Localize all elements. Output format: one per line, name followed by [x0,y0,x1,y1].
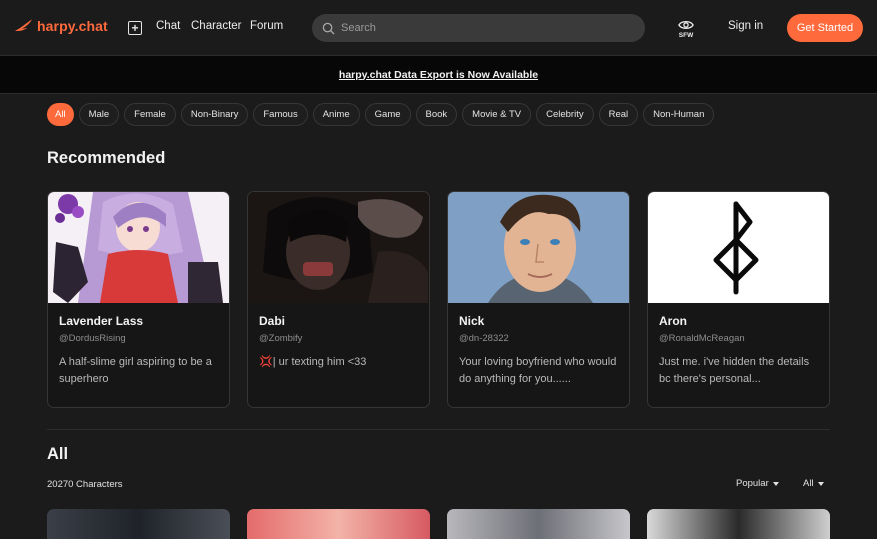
character-card[interactable]: Aron @RonaldMcReagan Just me. i've hidde… [647,191,830,408]
creator-handle: @dn-28322 [459,333,509,344]
character-card[interactable]: Nick @dn-28322 Your loving boyfriend who… [447,191,630,408]
all-section-title: All [47,445,69,463]
character-name: Dabi [259,314,286,328]
sfw-toggle[interactable]: SFW [675,19,697,39]
character-card[interactable]: Dabi @Zombify 💢| ur texting him <33 [247,191,430,408]
chevron-down-icon [772,481,779,486]
search-icon [322,22,335,35]
character-description: Your loving boyfriend who would do anyth… [459,356,617,385]
chip-game[interactable]: Game [364,103,411,126]
character-card-thumbnail[interactable] [247,509,430,539]
chip-real[interactable]: Real [598,103,639,126]
character-name: Aron [659,314,687,328]
character-card-thumbnail[interactable] [647,509,830,539]
chip-male[interactable]: Male [78,103,120,126]
character-description: A half-slime girl aspiring to be a super… [59,356,212,385]
character-name: Lavender Lass [59,314,144,328]
chip-book[interactable]: Book [415,103,458,126]
character-card-thumbnail[interactable] [447,509,630,539]
creator-handle: @RonaldMcReagan [659,333,745,344]
nav-link-character[interactable]: Character [191,20,242,32]
logo[interactable]: harpy.chat [14,17,108,35]
all-characters-grid [47,509,830,539]
section-divider [47,429,830,430]
sfw-label: SFW [678,32,694,39]
character-avatar [48,192,229,303]
chip-anime[interactable]: Anime [312,103,360,126]
chip-famous[interactable]: Famous [253,103,308,126]
chip-all[interactable]: All [47,103,74,126]
recommended-title: Recommended [47,149,166,167]
recommended-cards: Lavender Lass @DordusRising A half-slime… [47,191,830,408]
search-bar[interactable] [312,14,645,42]
announcement-banner: harpy.chat Data Export is Now Available [0,56,877,94]
search-input[interactable] [341,22,631,34]
nav-link-forum[interactable]: Forum [250,20,283,32]
character-name: Nick [459,314,485,328]
chip-celebrity[interactable]: Celebrity [536,103,594,126]
new-chat-button[interactable]: + [128,21,142,35]
data-export-link[interactable]: harpy.chat Data Export is Now Available [339,69,538,81]
sort-dropdown[interactable]: Popular [736,478,779,489]
character-description: Just me. i've hidden the details bc ther… [659,356,810,385]
chip-female[interactable]: Female [124,103,176,126]
character-card-thumbnail[interactable] [47,509,230,539]
sign-in-link[interactable]: Sign in [728,20,763,32]
sort-label: Popular [736,478,769,489]
creator-handle: @Zombify [259,333,303,344]
character-avatar [648,192,829,303]
character-description: 💢| ur texting him <33 [259,356,367,368]
chevron-down-icon [817,481,824,486]
category-filter-chips: All Male Female Non-Binary Famous Anime … [47,103,715,126]
nav-link-chat[interactable]: Chat [156,20,180,32]
creator-handle: @DordusRising [59,333,126,344]
chip-non-human[interactable]: Non-Human [643,103,715,126]
chip-movie-tv[interactable]: Movie & TV [462,103,532,126]
chip-non-binary[interactable]: Non-Binary [180,103,249,126]
character-count: 20270 Characters [47,479,123,490]
plus-square-icon: + [131,21,139,35]
character-avatar [248,192,429,303]
harpy-wing-icon [14,19,33,32]
character-card[interactable]: Lavender Lass @DordusRising A half-slime… [47,191,230,408]
filter-dropdown[interactable]: All [803,478,824,489]
brand-name: harpy.chat [37,18,108,34]
filter-label: All [803,478,814,489]
eye-icon [678,21,694,29]
top-navbar: harpy.chat + Chat Character Forum SFW Si… [0,0,877,56]
get-started-button[interactable]: Get Started [787,14,863,42]
character-avatar [448,192,629,303]
